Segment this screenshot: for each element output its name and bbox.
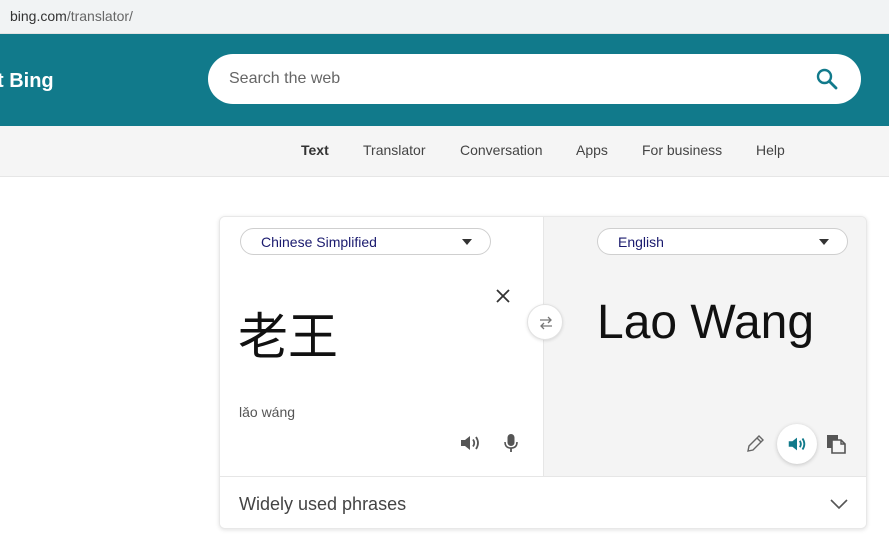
source-pane: Chinese Simplified 老王 lǎo wáng [220,217,543,476]
widely-used-phrases-label: Widely used phrases [239,494,407,514]
nav-item-translator[interactable]: Translator [363,142,426,158]
nav-item-for-business[interactable]: For business [642,142,722,158]
nav-item-apps[interactable]: Apps [576,142,608,158]
swap-languages-button[interactable] [527,304,563,340]
target-language-select[interactable]: English [597,228,848,255]
widely-used-phrases-toggle[interactable]: Widely used phrases [220,476,866,528]
speaker-icon[interactable] [458,431,482,455]
pencil-icon[interactable] [743,432,767,456]
chevron-down-icon [462,239,472,245]
url-text[interactable]: bing.com/translator/ [10,8,133,24]
source-language-label: Chinese Simplified [261,234,377,250]
close-icon[interactable] [494,287,512,305]
search-box [208,54,861,104]
target-pane: English Lao Wang [543,217,866,476]
nav-item-conversation[interactable]: Conversation [460,142,543,158]
url-domain: bing.com [10,8,67,24]
source-text-input[interactable]: 老王 [238,297,338,369]
brand-logo-text[interactable]: t Bing [0,70,54,93]
nav-item-text[interactable]: Text [301,142,329,158]
source-language-select[interactable]: Chinese Simplified [240,228,491,255]
transliteration-text: lǎo wáng [239,404,296,420]
translation-output: Lao Wang [597,296,815,349]
nav-item-help[interactable]: Help [756,142,785,158]
search-input[interactable] [229,54,789,104]
swap-icon [540,316,552,330]
target-speak-button[interactable] [777,424,817,464]
copy-icon[interactable] [824,432,848,456]
microphone-icon[interactable] [499,431,523,455]
chevron-down-icon [830,497,848,510]
translator-nav: Text Translator Conversation Apps For bu… [0,126,889,177]
url-path: /translator/ [66,8,133,24]
translator-card: Chinese Simplified 老王 lǎo wáng English L… [219,216,867,529]
search-icon[interactable] [815,67,839,91]
speaker-icon [788,437,806,451]
browser-address-bar[interactable]: bing.com/translator/ [0,0,889,34]
chevron-down-icon [819,239,829,245]
site-header: t Bing [0,34,889,126]
target-language-label: English [618,234,664,250]
